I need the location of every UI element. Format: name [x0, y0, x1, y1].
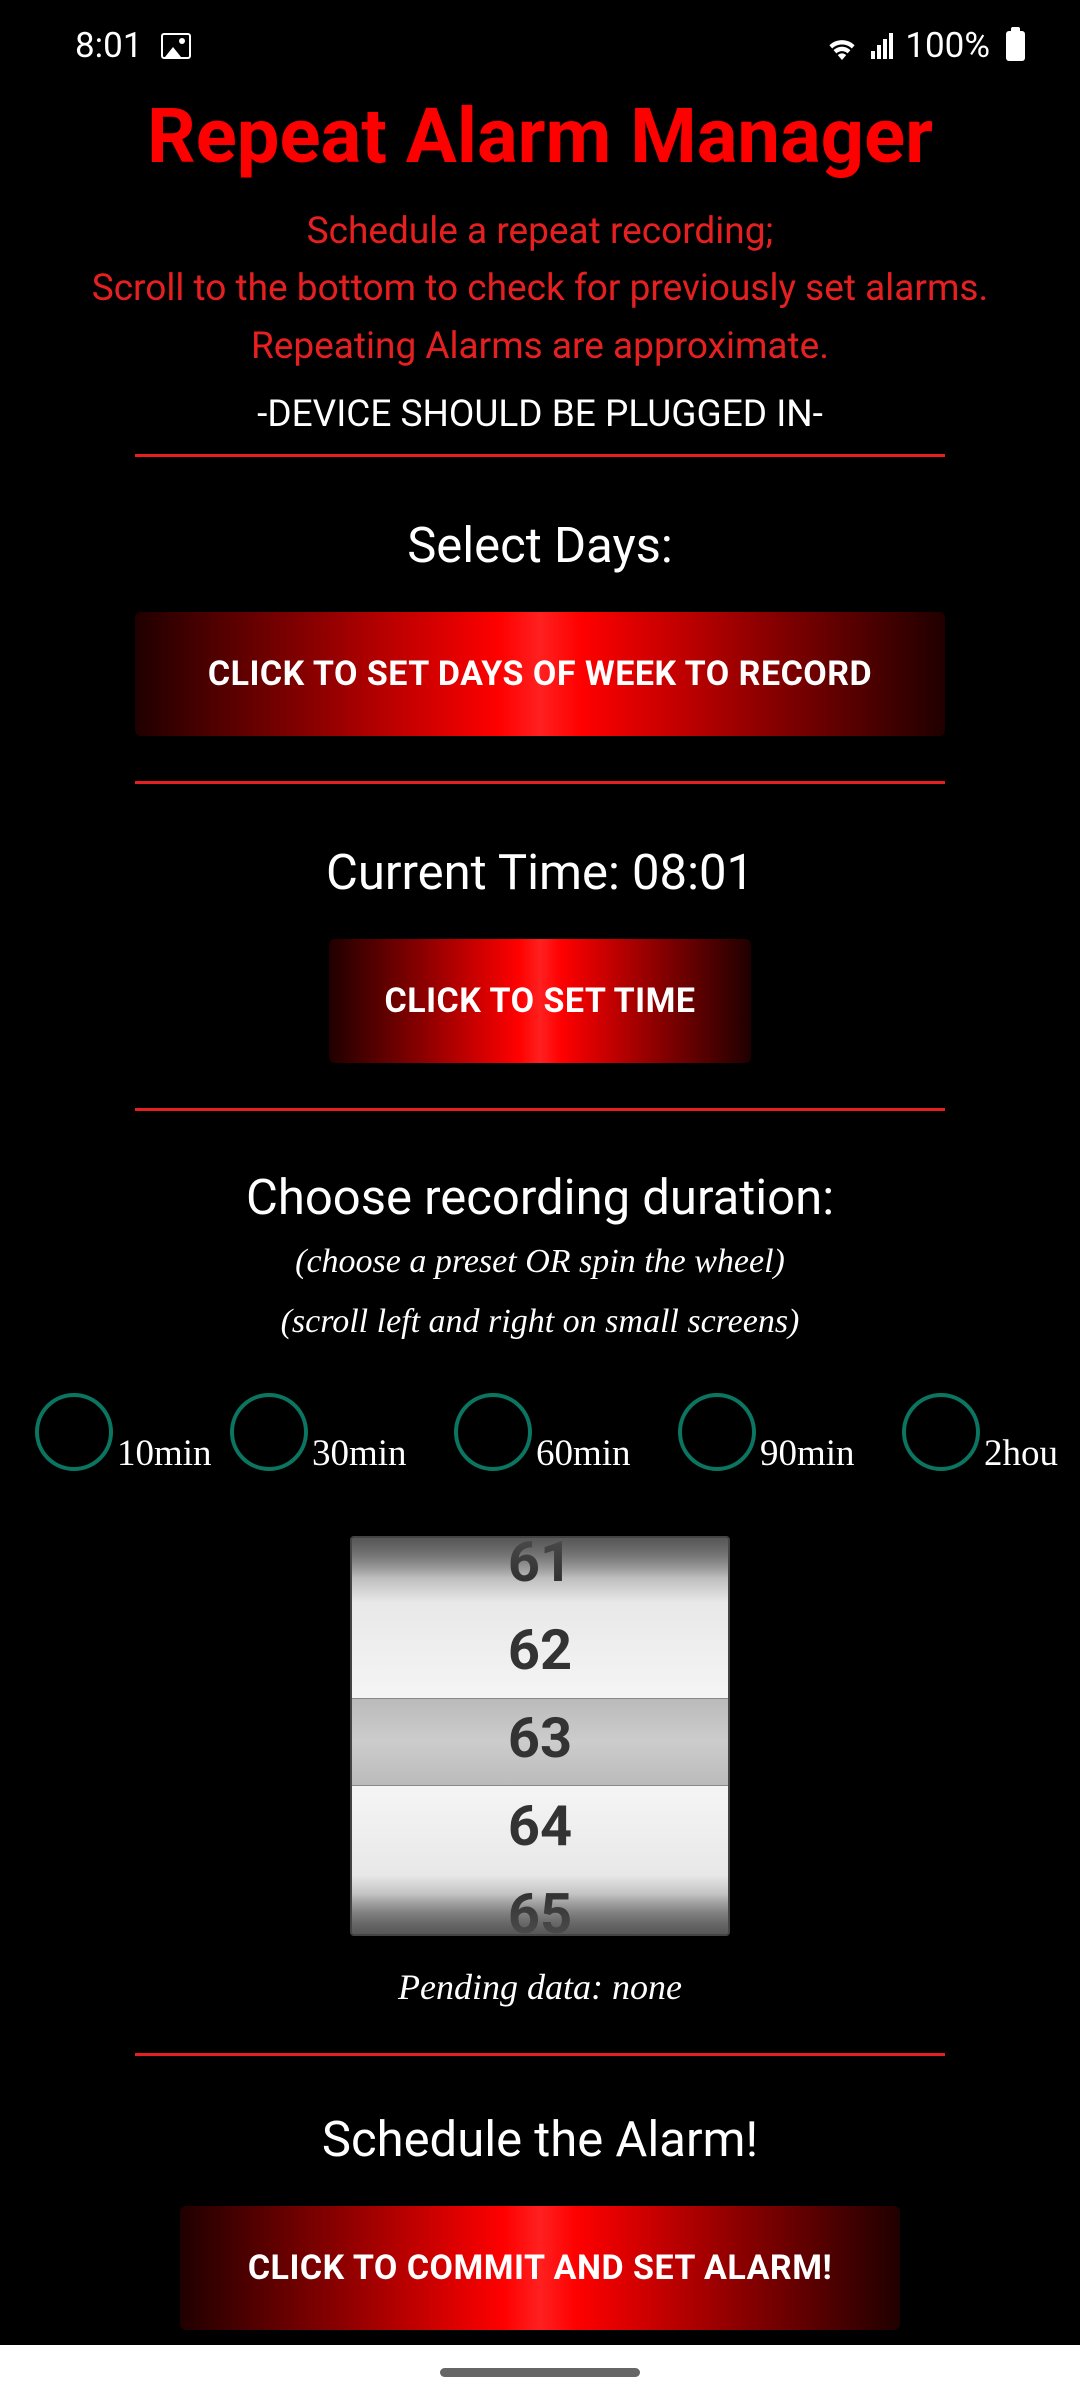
subtitle-line: Schedule a repeat recording;: [40, 203, 1040, 260]
subtitle-line: Scroll to the bottom to check for previo…: [40, 260, 1040, 317]
duration-radio-30min[interactable]: 30min: [230, 1393, 454, 1471]
wifi-icon: [825, 32, 859, 60]
select-days-heading: Select Days:: [40, 517, 1040, 574]
duration-radio-60min[interactable]: 60min: [454, 1393, 678, 1471]
radio-icon: [230, 1393, 308, 1471]
subtitle-line: Repeating Alarms are approximate.: [40, 318, 1040, 375]
duration-heading: Choose recording duration:: [40, 1169, 1040, 1226]
duration-subtitle: (choose a preset OR spin the wheel): [40, 1238, 1040, 1286]
home-indicator[interactable]: [440, 2368, 640, 2377]
plugged-in-warning: -DEVICE SHOULD BE PLUGGED IN-: [40, 393, 1040, 436]
divider: [135, 781, 945, 784]
radio-label: 10min: [117, 1432, 212, 1475]
wheel-value: 63: [352, 1694, 728, 1782]
navigation-bar[interactable]: [0, 2345, 1080, 2400]
duration-radio-row[interactable]: 10min 30min 60min 90min 2hou: [40, 1393, 1040, 1471]
radio-label: 60min: [536, 1432, 631, 1475]
divider: [135, 454, 945, 457]
set-time-button[interactable]: CLICK TO SET TIME: [329, 939, 750, 1063]
wheel-value: 62: [352, 1606, 728, 1694]
current-time-heading: Current Time: 08:01: [40, 844, 1040, 901]
set-days-button[interactable]: CLICK TO SET DAYS OF WEEK TO RECORD: [135, 612, 945, 736]
duration-radio-10min[interactable]: 10min: [35, 1393, 230, 1471]
picture-icon: [161, 33, 191, 59]
radio-icon: [35, 1393, 113, 1471]
duration-subtitle: (scroll left and right on small screens): [40, 1298, 1040, 1346]
status-right: 100%: [825, 25, 1025, 66]
status-time: 8:01: [75, 25, 143, 66]
divider: [135, 1108, 945, 1111]
radio-label: 90min: [760, 1432, 855, 1475]
radio-label: 2hou: [984, 1432, 1058, 1475]
divider: [135, 2053, 945, 2056]
page-subtitle: Schedule a repeat recording; Scroll to t…: [40, 203, 1040, 375]
schedule-heading: Schedule the Alarm!: [40, 2111, 1040, 2168]
battery-icon: [1006, 31, 1025, 61]
radio-icon: [902, 1393, 980, 1471]
duration-wheel[interactable]: 61 62 63 64 65: [350, 1536, 730, 1936]
status-left: 8:01: [75, 25, 191, 66]
pending-data-label: Pending data: none: [40, 1966, 1040, 2008]
radio-icon: [678, 1393, 756, 1471]
status-bar: 8:01 100%: [0, 0, 1080, 81]
radio-icon: [454, 1393, 532, 1471]
page-title: Repeat Alarm Manager: [40, 91, 1040, 181]
duration-radio-2hour[interactable]: 2hou: [902, 1393, 1080, 1471]
wheel-value: 64: [352, 1782, 728, 1870]
commit-alarm-button[interactable]: CLICK TO COMMIT AND SET ALARM!: [180, 2206, 900, 2330]
duration-radio-90min[interactable]: 90min: [678, 1393, 902, 1471]
signal-icon: [871, 33, 893, 59]
radio-label: 30min: [312, 1432, 407, 1475]
battery-percent: 100%: [905, 25, 990, 66]
